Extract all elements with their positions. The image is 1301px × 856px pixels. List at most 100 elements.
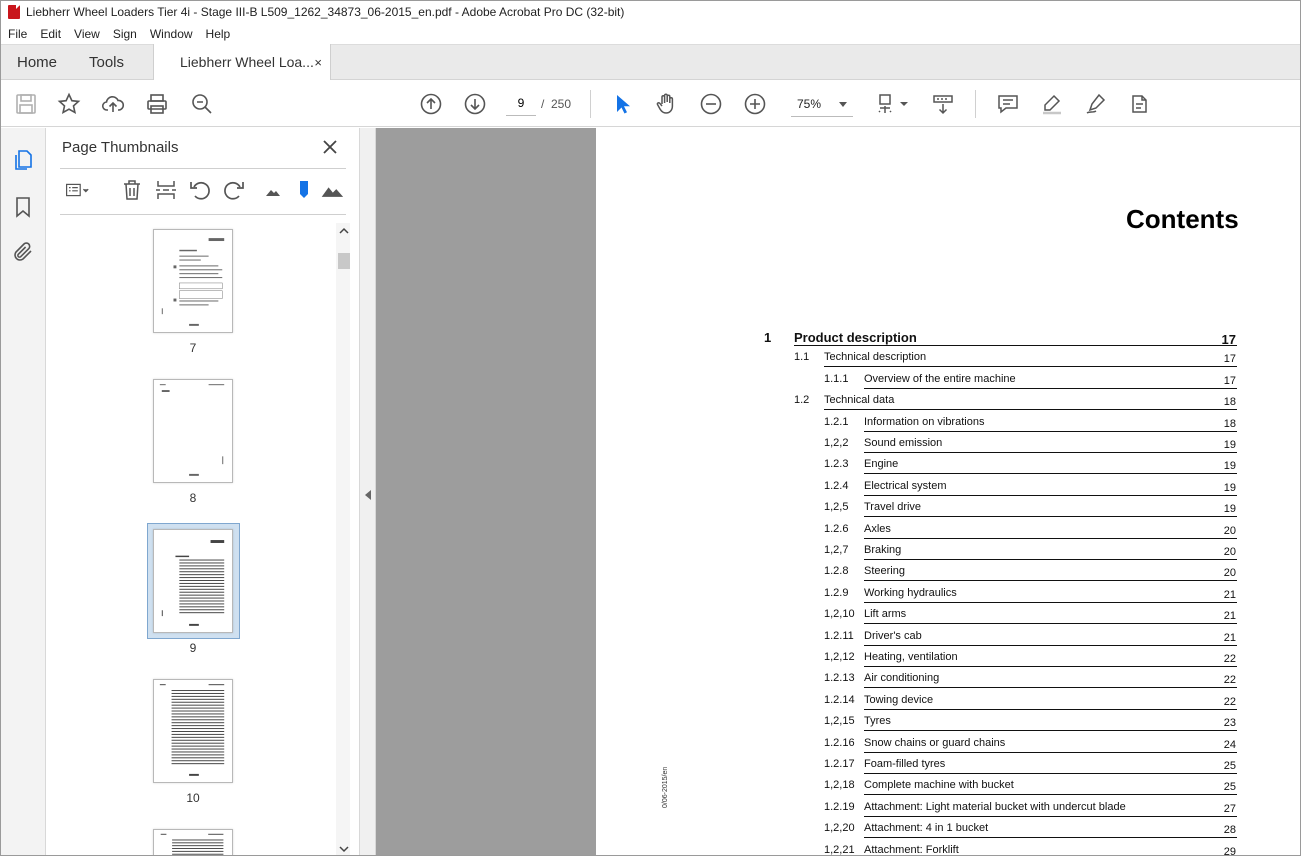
thumbnail-scrollbar[interactable] <box>336 223 350 855</box>
page-thumbnail-7[interactable] <box>153 229 233 333</box>
page-thumbnails-icon[interactable] <box>11 148 35 172</box>
menu-view[interactable]: View <box>67 27 106 41</box>
bookmark-icon[interactable] <box>11 195 35 219</box>
thumbnail-small-icon[interactable] <box>261 178 285 202</box>
toc-entry[interactable]: 1,2,5 Travel drive 19 <box>596 497 1300 518</box>
toc-entry[interactable]: 1.2.8 Steering 20 <box>596 561 1300 582</box>
toc-entry[interactable]: 1.2.9 Working hydraulics 21 <box>596 583 1300 603</box>
highlight-icon[interactable] <box>1040 92 1064 116</box>
rotate-left-icon[interactable] <box>188 178 212 202</box>
cursor-icon[interactable] <box>610 92 634 116</box>
toc-entry[interactable]: 1.2.14 Towing device 22 <box>596 690 1300 710</box>
zoom-out-icon[interactable] <box>699 92 723 116</box>
zoom-in-icon[interactable] <box>743 92 767 116</box>
toc-entry[interactable]: 1 Product description 17 <box>596 326 1300 347</box>
toc-entry[interactable]: 1.2.1 Information on vibrations 18 <box>596 412 1300 432</box>
toc-entry[interactable]: 1,2,18 Complete machine with bucket 25 <box>596 775 1300 796</box>
attachment-icon[interactable] <box>11 240 35 264</box>
menu-window[interactable]: Window <box>143 27 199 41</box>
hand-icon[interactable] <box>654 92 678 116</box>
toc-entry[interactable]: 1.2.17 Foam-filled tyres 25 <box>596 754 1300 774</box>
page-total: 250 <box>551 97 572 111</box>
star-icon[interactable] <box>57 92 81 116</box>
toc-entry[interactable]: 1,2,20 Attachment: 4 in 1 bucket 28 <box>596 818 1300 839</box>
extract-pages-icon[interactable] <box>154 178 178 202</box>
toc-page-number: 18 <box>1223 417 1236 430</box>
tab-close-icon[interactable]: × <box>314 44 322 81</box>
page-number-input[interactable] <box>506 90 536 116</box>
toc-title: Travel drive <box>864 501 922 514</box>
thumbnail-large-icon[interactable] <box>318 178 346 202</box>
page-thumbnail-10[interactable] <box>153 679 233 783</box>
page-thumbnail-11[interactable] <box>153 829 233 855</box>
scroll-mode-icon[interactable] <box>931 92 955 116</box>
page-fit-icon[interactable] <box>876 92 900 116</box>
toc-entry[interactable]: 1,2,12 Heating, ventilation 22 <box>596 647 1300 667</box>
toc-rule <box>864 687 1237 689</box>
toc-number: 1,2,2 <box>824 437 849 449</box>
comment-icon[interactable] <box>996 92 1020 116</box>
search-icon[interactable] <box>190 92 214 116</box>
menu-sign[interactable]: Sign <box>106 27 143 41</box>
toc-rule <box>864 387 1237 389</box>
toc-rule <box>824 366 1237 368</box>
chevron-up-icon[interactable] <box>338 224 350 236</box>
menu-bar: File Edit View Sign Window Help <box>1 23 1300 44</box>
toc-entry[interactable]: 1.2.11 Driver's cab 21 <box>596 626 1300 646</box>
toc-page-number: 23 <box>1223 717 1236 730</box>
thumbnail-label: 8 <box>189 491 197 505</box>
zoom-select[interactable]: 75% <box>791 91 853 117</box>
menu-help[interactable]: Help <box>199 27 237 41</box>
toc-rule <box>794 345 1237 346</box>
acrobat-window: Liebherr Wheel Loaders Tier 4i - Stage I… <box>0 0 1301 856</box>
fill-sign-icon[interactable] <box>1128 92 1152 116</box>
tab-home[interactable]: Home <box>17 45 57 81</box>
arrow-down-icon[interactable] <box>463 92 487 116</box>
page-thumbnail-8[interactable] <box>153 379 233 483</box>
toc-entry[interactable]: 1,2,7 Braking 20 <box>596 540 1300 560</box>
toc-entry[interactable]: 1,2,15 Tyres 23 <box>596 711 1300 732</box>
toc-entry[interactable]: 1.2.4 Electrical system 19 <box>596 476 1300 496</box>
toc-entry[interactable]: 1.2 Technical data 18 <box>596 390 1300 411</box>
chevron-down-icon[interactable] <box>338 842 350 854</box>
save-icon[interactable] <box>14 92 38 116</box>
toc-entry[interactable]: 1,2,10 Lift arms 21 <box>596 604 1300 625</box>
draw-icon[interactable] <box>1084 92 1108 116</box>
toc-number: 1 <box>764 330 772 345</box>
chevron-down-icon[interactable] <box>898 92 910 116</box>
cloud-upload-icon[interactable] <box>101 92 125 116</box>
document-viewer[interactable]: Contents 1 Product description 17 1.1 Techni… <box>376 128 1300 855</box>
trash-icon[interactable] <box>120 178 144 202</box>
tab-document[interactable]: Liebherr Wheel Loa... × <box>153 44 331 81</box>
tab-bar: Home Tools Liebherr Wheel Loa... × <box>1 44 1300 81</box>
toc-entry[interactable]: 1.2.16 Snow chains or guard chains 24 <box>596 733 1300 753</box>
toc-entry[interactable]: 1,2,21 Attachment: Forklift 29 <box>596 840 1300 855</box>
toc-entry[interactable]: 1.1.1 Overview of the entire machine 17 <box>596 369 1300 389</box>
toc-entry[interactable]: 1.1 Technical description 17 <box>596 347 1300 368</box>
arrow-up-icon[interactable] <box>419 92 443 116</box>
rotate-right-icon[interactable] <box>222 178 246 202</box>
collapse-arrow-icon[interactable] <box>365 490 371 500</box>
toc-page-number: 19 <box>1223 503 1236 516</box>
toc-entry[interactable]: 1.2.3 Engine 19 <box>596 454 1300 475</box>
toc-title: Heating, ventilation <box>864 651 958 663</box>
toc-entry[interactable]: 1,2,2 Sound emission 19 <box>596 433 1300 453</box>
tab-tools[interactable]: Tools <box>89 45 124 81</box>
slider-handle-icon[interactable] <box>292 178 316 202</box>
toc-page-number: 22 <box>1223 674 1236 687</box>
toc-entry[interactable]: 1.2.13 Air conditioning 22 <box>596 668 1300 689</box>
scrollbar-thumb[interactable] <box>338 253 350 269</box>
toc-title: Lift arms <box>864 608 907 621</box>
toc-entry[interactable]: 1.2.6 Axles 20 <box>596 519 1300 539</box>
print-icon[interactable] <box>145 92 169 116</box>
toc-title: Air conditioning <box>864 672 940 685</box>
page-thumbnail-9[interactable] <box>153 529 233 633</box>
toc-entry[interactable]: 1.2.19 Attachment: Light material bucket … <box>596 797 1300 817</box>
menu-file[interactable]: File <box>1 27 33 41</box>
menu-edit[interactable]: Edit <box>33 27 67 41</box>
toc-page-number: 19 <box>1223 460 1236 473</box>
toc-number: 1.2.11 <box>824 629 854 642</box>
panel-splitter[interactable] <box>359 128 376 855</box>
options-menu-icon[interactable] <box>62 178 92 202</box>
close-icon[interactable] <box>320 137 340 157</box>
